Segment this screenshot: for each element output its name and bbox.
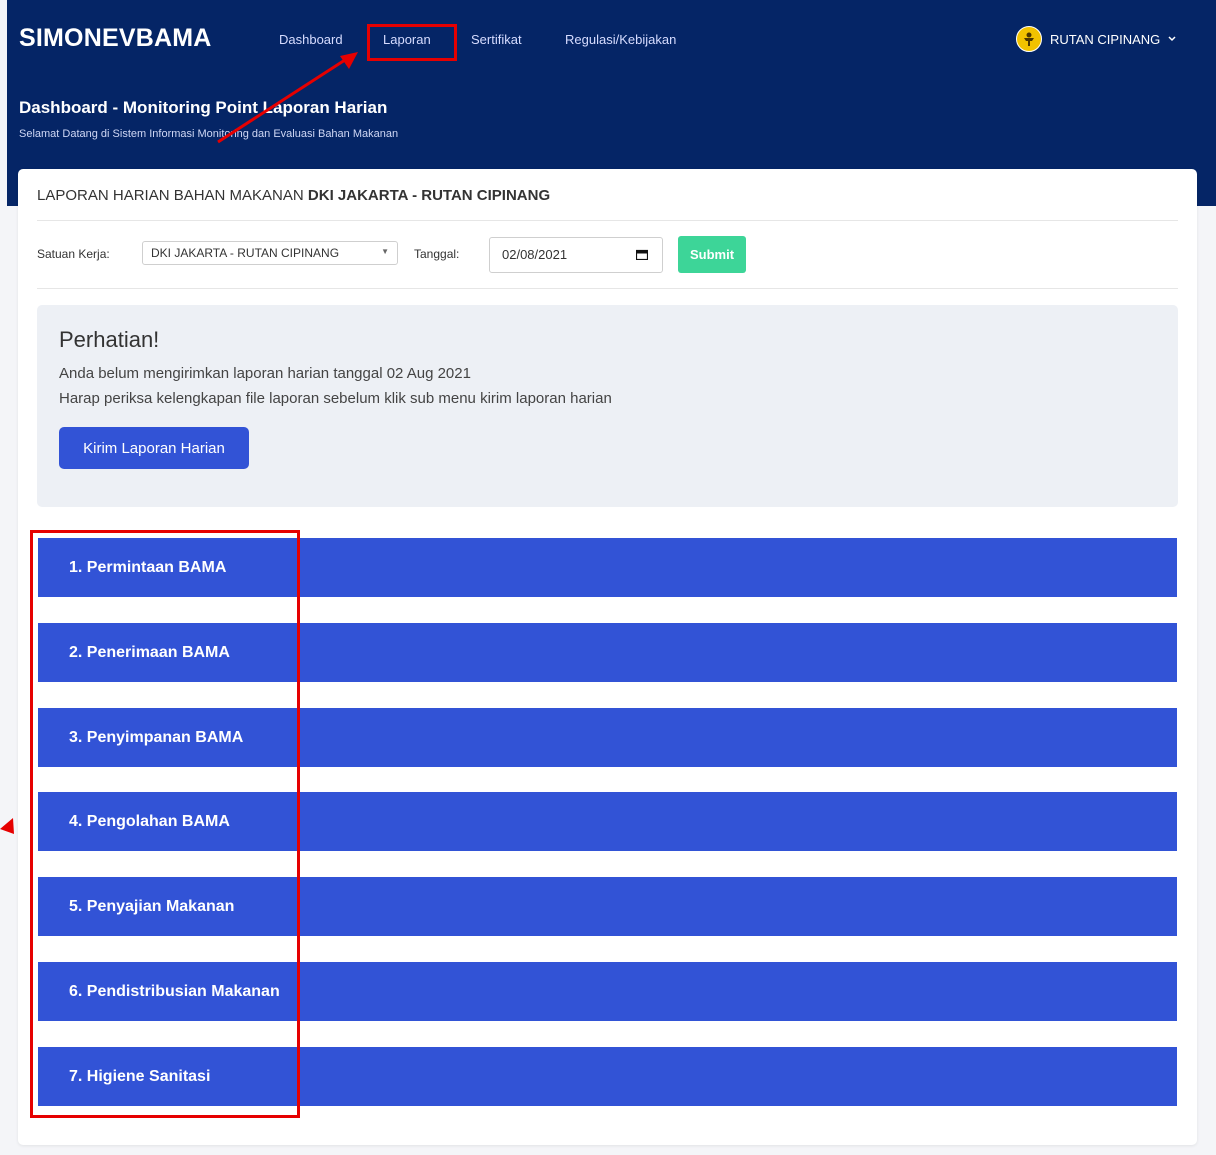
- report-card: LAPORAN HARIAN BAHAN MAKANAN DKI JAKARTA…: [18, 169, 1197, 1145]
- divider: [37, 288, 1178, 289]
- section-permintaan[interactable]: 1. Permintaan BAMA: [38, 538, 1177, 597]
- alert-heading: Perhatian!: [59, 327, 160, 352]
- section-pengolahan[interactable]: 4. Pengolahan BAMA: [38, 792, 1177, 851]
- institution-logo-icon: [1016, 26, 1042, 52]
- satuan-kerja-label: Satuan Kerja:: [37, 247, 110, 261]
- divider: [37, 220, 1178, 221]
- dropdown-arrow-icon: ▼: [381, 247, 389, 256]
- section-pendistribusian[interactable]: 6. Pendistribusian Makanan: [38, 962, 1177, 1021]
- section-penyimpanan[interactable]: 3. Penyimpanan BAMA: [38, 708, 1177, 767]
- alert-message: Anda belum mengirimkan laporan harian ta…: [59, 365, 471, 382]
- chevron-down-icon: [1168, 34, 1176, 45]
- nav-dashboard[interactable]: Dashboard: [279, 32, 343, 47]
- annotation-arrowhead: [0, 818, 14, 834]
- user-name: RUTAN CIPINANG: [1050, 31, 1161, 47]
- submit-button[interactable]: Submit: [678, 236, 746, 273]
- user-menu[interactable]: RUTAN CIPINANG: [1016, 26, 1176, 52]
- satuan-kerja-select[interactable]: DKI JAKARTA - RUTAN CIPINANG ▼: [142, 241, 398, 265]
- alert-instruction: Harap periksa kelengkapan file laporan s…: [59, 390, 612, 407]
- card-title-unit: DKI JAKARTA - RUTAN CIPINANG: [307, 187, 551, 204]
- calendar-icon[interactable]: [636, 249, 648, 260]
- nav-sertifikat[interactable]: Sertifikat: [471, 32, 522, 47]
- alert-box: Perhatian! Anda belum mengirimkan lapora…: [37, 305, 1178, 507]
- section-penyajian[interactable]: 5. Penyajian Makanan: [38, 877, 1177, 936]
- card-title: LAPORAN HARIAN BAHAN MAKANAN DKI JAKARTA…: [37, 187, 550, 204]
- page-subtitle: Selamat Datang di Sistem Informasi Monit…: [19, 128, 399, 140]
- kirim-laporan-button[interactable]: Kirim Laporan Harian: [59, 427, 249, 469]
- section-penerimaan[interactable]: 2. Penerimaan BAMA: [38, 623, 1177, 682]
- page-title: Dashboard - Monitoring Point Laporan Har…: [19, 98, 388, 117]
- card-title-prefix: LAPORAN HARIAN BAHAN MAKANAN: [37, 187, 304, 204]
- nav-laporan[interactable]: Laporan: [383, 32, 431, 47]
- nav-regulasi[interactable]: Regulasi/Kebijakan: [565, 32, 676, 47]
- tanggal-label: Tanggal:: [414, 247, 460, 261]
- brand-logo[interactable]: SIMONEVBAMA: [19, 24, 211, 53]
- tanggal-input[interactable]: 02/08/2021: [489, 237, 663, 273]
- satuan-kerja-value: DKI JAKARTA - RUTAN CIPINANG: [151, 246, 340, 260]
- section-higiene[interactable]: 7. Higiene Sanitasi: [38, 1047, 1177, 1106]
- tanggal-value: 02/08/2021: [502, 247, 568, 262]
